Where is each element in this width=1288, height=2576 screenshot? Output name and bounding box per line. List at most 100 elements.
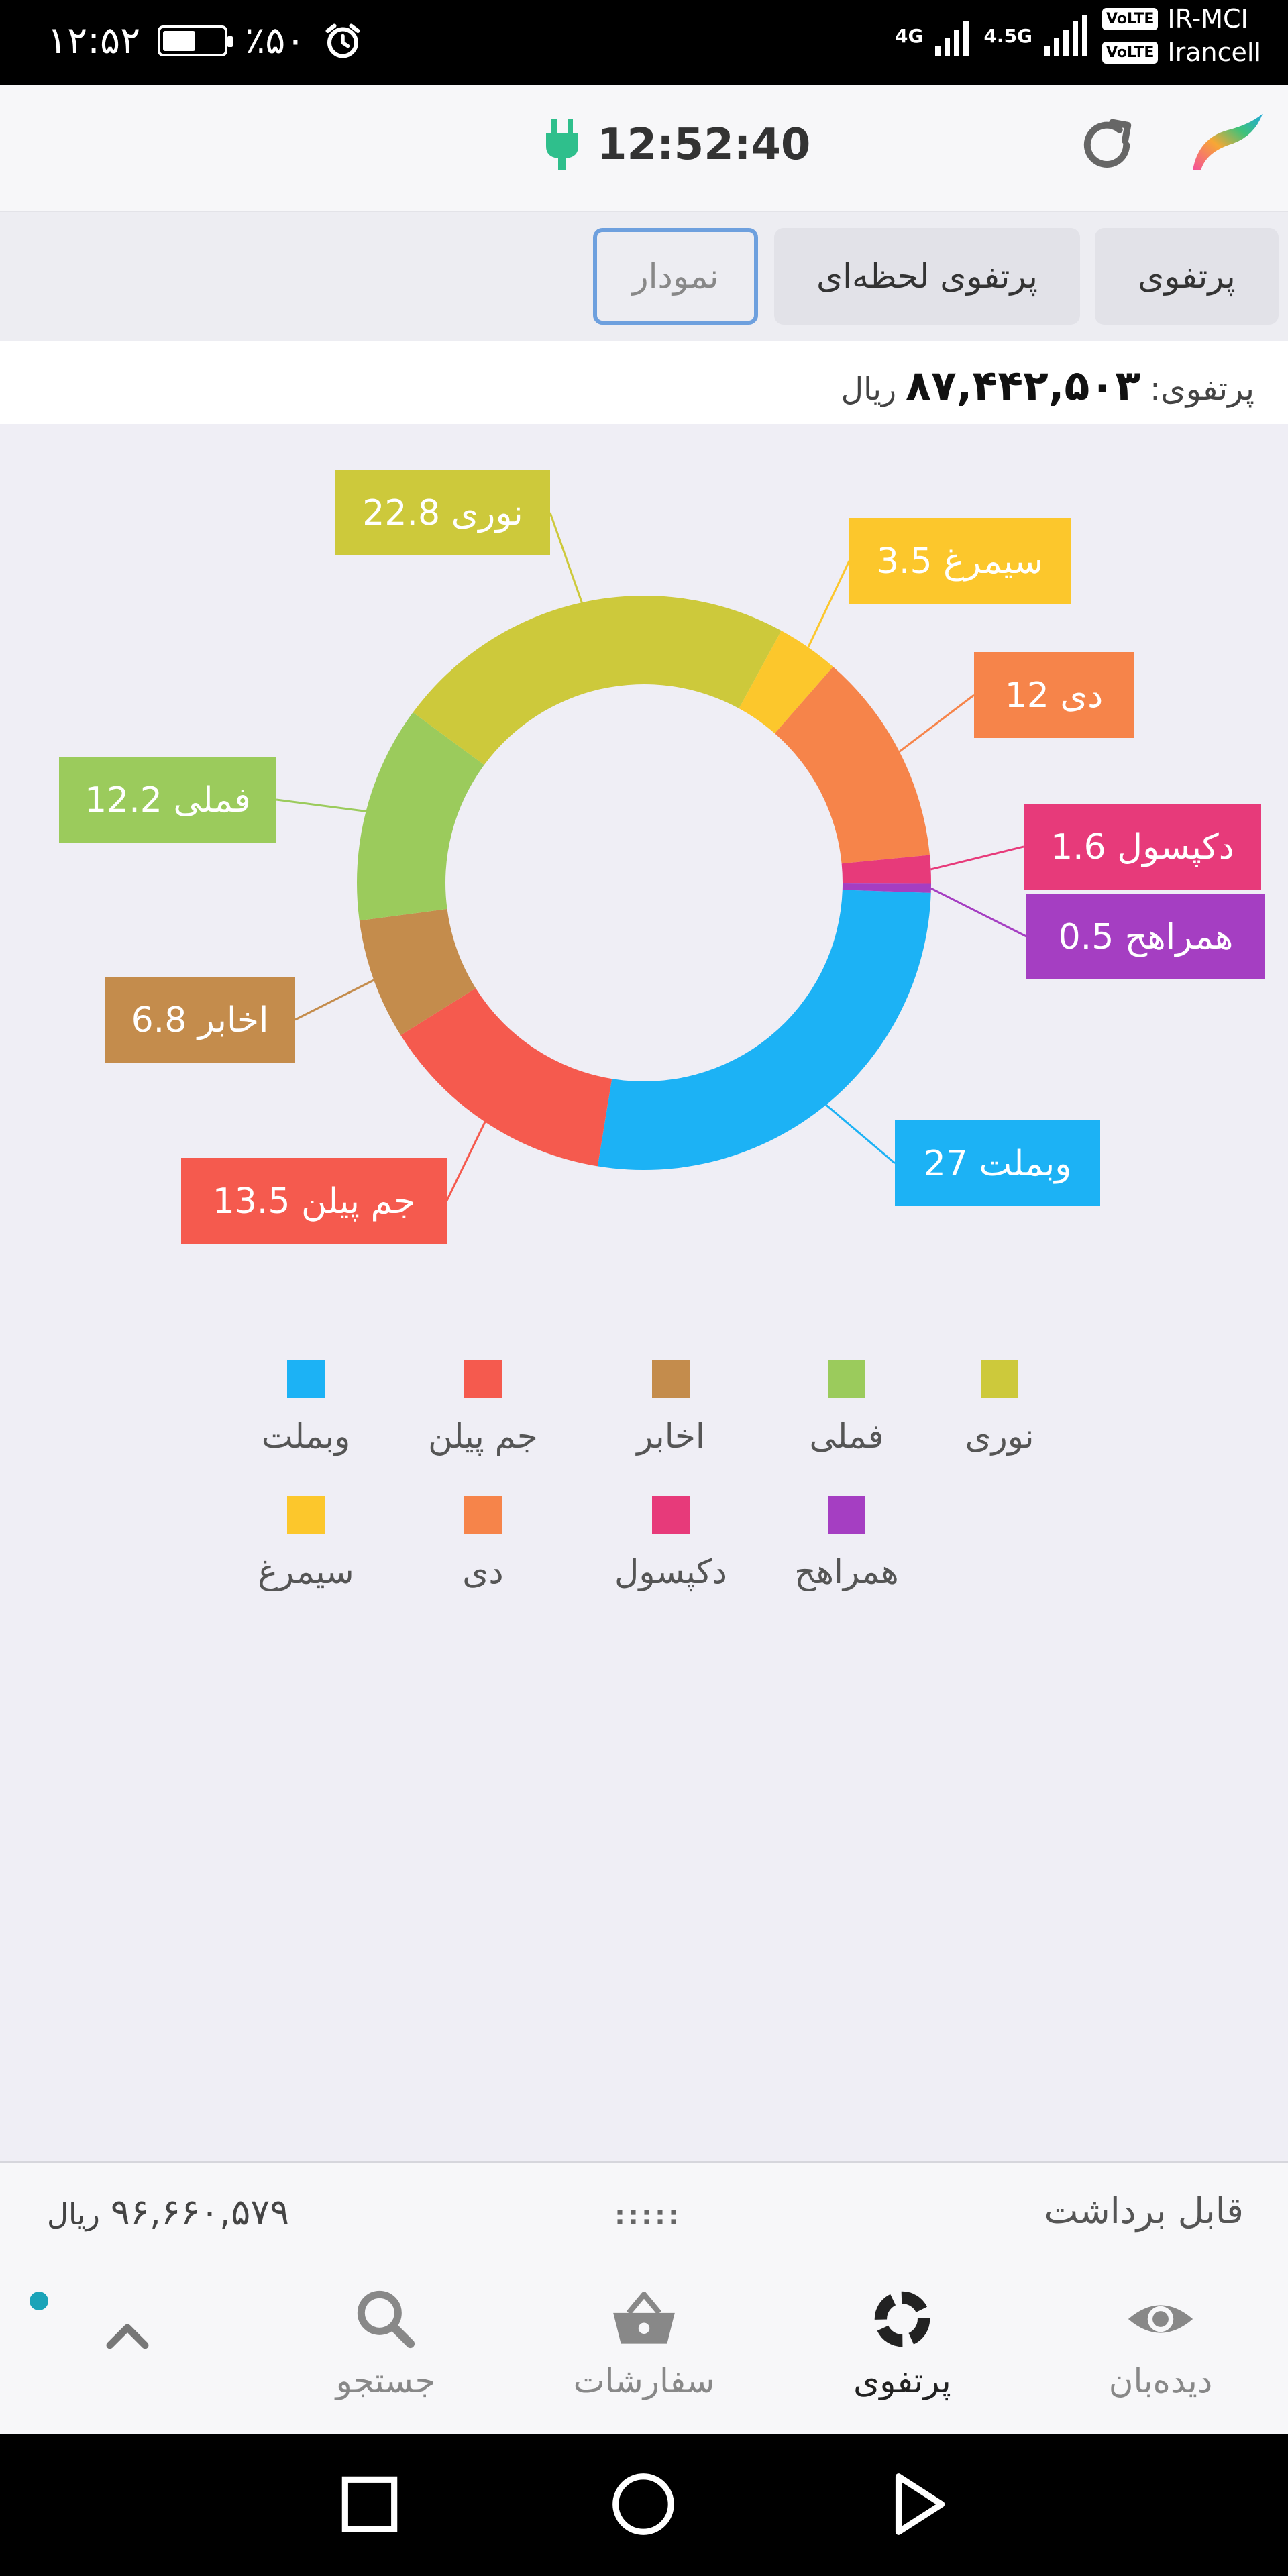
legend-item[interactable]: سیمرغ — [219, 1496, 393, 1591]
tab-chart[interactable]: نمودار — [593, 228, 758, 325]
network-type-1: 4G — [894, 24, 924, 47]
portfolio-pie-icon — [874, 2291, 930, 2347]
slice-data-label: جم پیلن 13.5 — [213, 1181, 416, 1222]
basket-icon — [613, 2292, 675, 2344]
legend-item[interactable]: وبملت — [219, 1360, 393, 1456]
app-logo-icon — [1193, 114, 1263, 170]
total-unit: ریال — [841, 371, 897, 407]
slice-data-label: وبملت 27 — [924, 1144, 1072, 1184]
total-value: ۸۷,۴۴۲,۵۰۳ — [906, 361, 1140, 410]
legend-item[interactable]: جم پیلن — [396, 1360, 570, 1456]
legend-label: دی — [462, 1552, 504, 1591]
legend-label: فملی — [809, 1417, 884, 1456]
legend-swatch — [287, 1496, 325, 1534]
nav-watch-label: دیده‌بان — [1108, 2361, 1213, 2400]
label-leader-line — [930, 845, 1024, 871]
legend-swatch — [652, 1360, 690, 1398]
chevron-up-icon — [106, 2324, 149, 2349]
withdrawable-bar[interactable]: قابل برداشت ::::: ۹۶,۶۶۰,۵۷۹ ریال — [0, 2161, 1288, 2258]
donut-slice[interactable] — [597, 890, 931, 1170]
signal-bars-icon — [1044, 15, 1088, 56]
legend-item[interactable]: اخابر — [584, 1360, 758, 1456]
legend-label: جم پیلن — [428, 1417, 538, 1456]
legend-item[interactable]: همراهح — [759, 1496, 934, 1591]
back-triangle-icon[interactable] — [880, 2467, 954, 2541]
nav-search-label: جستجو — [335, 2361, 436, 2400]
legend-label: وبملت — [261, 1417, 351, 1456]
portfolio-donut-chart: وبملت 27 جم پیلن 13.5 اخابر 6.8 فملی 12.2 نو… — [59, 470, 1265, 1244]
label-leader-line — [445, 1121, 486, 1201]
legend-swatch — [464, 1496, 502, 1534]
carrier-2: Irancell — [1167, 38, 1261, 67]
label-leader-line — [276, 798, 366, 812]
status-left: ۱۲:۵۲ ٪۵۰ — [47, 19, 363, 62]
nav-orders[interactable]: سفارشات — [570, 2258, 718, 2434]
total-label: پرتفوی: — [1149, 370, 1254, 408]
slice-data-label: دی 12 — [1005, 676, 1104, 716]
search-icon — [357, 2290, 415, 2349]
withdrawable-value: ۹۶,۶۶۰,۵۷۹ — [110, 2191, 290, 2233]
nav-expand[interactable] — [87, 2258, 168, 2434]
legend-swatch — [828, 1360, 865, 1398]
status-bar: ۱۲:۵۲ ٪۵۰ 4G 4.5G VoLTE IR-MCI VoLTE Ira… — [0, 0, 1288, 85]
nav-portfolio[interactable]: پرتفوی — [832, 2258, 973, 2434]
volte-badge: VoLTE — [1102, 7, 1159, 30]
withdrawable-label: قابل برداشت — [1044, 2190, 1244, 2232]
legend-swatch — [287, 1360, 325, 1398]
legend-label: اخابر — [637, 1417, 705, 1456]
legend-item[interactable]: نوری — [912, 1360, 1087, 1456]
notification-dot — [30, 2292, 48, 2310]
tab-live-portfolio[interactable]: پرتفوی لحظه‌ای — [774, 228, 1080, 325]
legend-item[interactable]: دی — [396, 1496, 570, 1591]
label-leader-line — [294, 979, 374, 1021]
eye-icon — [1128, 2305, 1193, 2333]
legend-item[interactable]: فملی — [759, 1360, 934, 1456]
network-type-2: 4.5G — [983, 24, 1033, 47]
legend-label: همراهح — [794, 1552, 899, 1591]
slice-data-label: سیمرغ 3.5 — [877, 541, 1043, 582]
legend-swatch — [464, 1360, 502, 1398]
refresh-icon[interactable] — [1073, 111, 1140, 178]
tab-bar: پرتفوی پرتفوی لحظه‌ای نمودار — [0, 212, 1288, 341]
signal-2: 4.5G — [983, 15, 1088, 56]
label-leader-line — [930, 887, 1027, 938]
connection-clock: 12:52:40 — [543, 119, 810, 170]
drag-handle-icon[interactable]: ::::: — [614, 2200, 682, 2231]
alarm-icon — [325, 23, 360, 58]
signal-1: 4G — [895, 15, 969, 56]
signal-bars-icon — [935, 15, 969, 56]
carrier-1: IR-MCI — [1167, 4, 1248, 34]
label-leader-line — [807, 560, 851, 648]
slice-data-label: دکپسول 1.6 — [1051, 827, 1234, 867]
nav-search[interactable]: جستجو — [315, 2258, 456, 2434]
legend-label: دکپسول — [614, 1552, 727, 1591]
legend-swatch — [981, 1360, 1018, 1398]
tab-portfolio[interactable]: پرتفوی — [1095, 228, 1279, 325]
battery-percent: ٪۵۰ — [245, 19, 306, 62]
slice-data-label: همراهح 0.5 — [1059, 917, 1234, 957]
label-leader-line — [825, 1104, 896, 1165]
withdrawable-unit: ریال — [47, 2198, 100, 2232]
legend-label: سیمرغ — [258, 1552, 354, 1591]
nav-portfolio-label: پرتفوی — [853, 2361, 951, 2400]
status-time: ۱۲:۵۲ — [47, 19, 141, 62]
bottom-nav: جستجو سفارشات پرتفوی دیده‌بان — [0, 2258, 1288, 2434]
home-circle-icon[interactable] — [606, 2467, 680, 2541]
donut-slice[interactable] — [413, 595, 782, 765]
status-right: 4G 4.5G VoLTE IR-MCI VoLTE Irancell — [895, 4, 1261, 67]
withdrawable-amount: ۹۶,۶۶۰,۵۷۹ ریال — [47, 2191, 289, 2233]
nav-orders-label: سفارشات — [573, 2361, 715, 2400]
legend-item[interactable]: دکپسول — [584, 1496, 758, 1591]
plug-icon — [546, 119, 578, 170]
label-leader-line — [549, 512, 583, 603]
system-nav-bar — [0, 2434, 1288, 2576]
slice-data-label: فملی 12.2 — [85, 780, 251, 820]
label-leader-line — [898, 694, 975, 753]
nav-watch[interactable]: دیده‌بان — [1073, 2258, 1248, 2434]
legend-swatch — [828, 1496, 865, 1534]
carriers: VoLTE IR-MCI VoLTE Irancell — [1102, 4, 1261, 67]
recents-square-icon[interactable] — [333, 2467, 407, 2541]
volte-badge: VoLTE — [1102, 41, 1159, 64]
legend-swatch — [652, 1496, 690, 1534]
slice-data-label: نوری 22.8 — [362, 493, 523, 533]
